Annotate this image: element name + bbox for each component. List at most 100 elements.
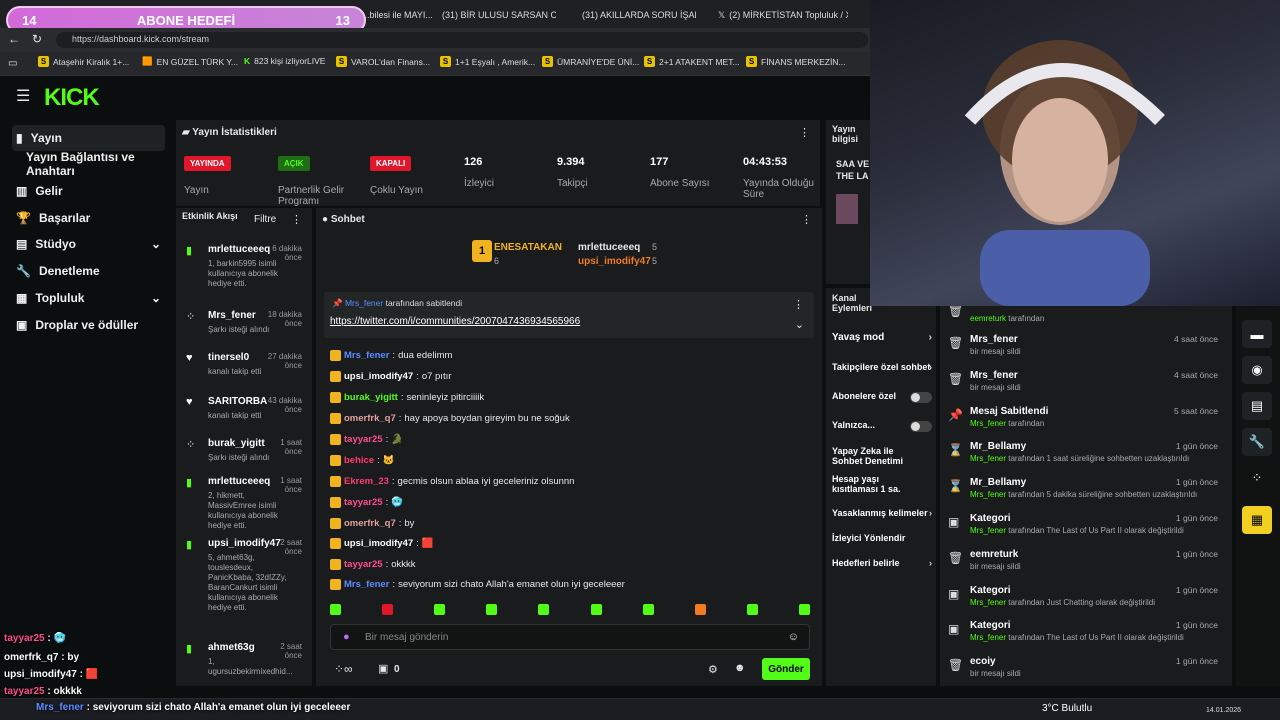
bookmark-menu-icon[interactable]: ▭ bbox=[8, 58, 17, 69]
bookmark-item[interactable]: S Ataşehir Kiralık 1+... bbox=[38, 56, 129, 67]
chat-username[interactable]: omerfrk_q7 bbox=[344, 413, 396, 424]
browser-tab[interactable]: 𝕏 (2) MİRKETİSTAN Topluluk / X bbox=[718, 4, 848, 26]
followers-only-option[interactable]: Takipçilere özel sohbet › bbox=[832, 362, 932, 372]
mod-log-title[interactable]: Mr_Bellamy bbox=[970, 477, 1026, 488]
chat-username[interactable]: tayyar25 bbox=[344, 434, 383, 445]
quick-emote-icon[interactable]: ☻ bbox=[734, 662, 746, 674]
stat-value: 126 bbox=[464, 156, 483, 168]
emote-icon[interactable] bbox=[330, 604, 341, 615]
mod-log-title[interactable]: Kategori bbox=[970, 620, 1011, 631]
emote-icon[interactable] bbox=[486, 604, 498, 615]
bookmark-item[interactable]: S 2+1 ATAKENT MET... bbox=[644, 56, 740, 67]
chat-username[interactable]: burak_yigitt bbox=[344, 392, 398, 403]
infinity-icon[interactable]: ⁘∞ bbox=[334, 662, 353, 676]
subscribers-only-option[interactable]: Abonelere özel bbox=[832, 391, 932, 403]
ai-moderation-option[interactable]: Yapay Zeka ile Sohbet Denetimi bbox=[832, 446, 912, 466]
chat-username[interactable]: upsi_imodify47 bbox=[344, 371, 413, 382]
emote-icon[interactable] bbox=[746, 604, 758, 615]
bookmark-item[interactable]: 🟧 EN GÜZEL TÜRK Y... bbox=[142, 56, 238, 67]
chat-text: hay apoya boydan gireyim bu ne soğuk bbox=[404, 413, 570, 424]
sidebar-item-achievements[interactable]: 🏆 Başarılar bbox=[12, 205, 165, 231]
account-age-option[interactable]: Hesap yaşı kısıtlaması 1 sa. bbox=[832, 474, 912, 494]
sidebar-item-income[interactable]: ▥ Gelir bbox=[12, 178, 165, 204]
chat-username[interactable]: Mrs_fener bbox=[344, 350, 389, 361]
sidebar-item-moderation[interactable]: 🔧 Denetleme bbox=[12, 258, 165, 284]
emote-only-option[interactable]: Yalnızca... bbox=[832, 420, 932, 432]
browser-tab[interactable]: ...bilesi ile MAYI... bbox=[362, 4, 432, 26]
sidebar-item-studio[interactable]: ▤ Stüdyo ⌄ bbox=[12, 231, 165, 257]
sidebar-item-community[interactable]: ▦ Topluluk ⌄ bbox=[12, 285, 165, 311]
chat-username[interactable]: omerfrk_q7 bbox=[344, 518, 396, 529]
mod-log-title[interactable]: Kategori bbox=[970, 513, 1011, 524]
settings-gear-icon[interactable]: ⚙ bbox=[708, 663, 718, 676]
goals-option[interactable]: Hedefleri belirle › bbox=[832, 558, 932, 568]
mod-log-title[interactable]: eemreturk bbox=[970, 549, 1018, 560]
chat-username[interactable]: behice bbox=[344, 455, 374, 466]
mod-log-title[interactable]: Mr_Bellamy bbox=[970, 441, 1026, 452]
bookmark-item[interactable]: K 823 kişi izliyorLIVE bbox=[244, 56, 325, 66]
chat-bubble-icon[interactable]: ▬ bbox=[1242, 320, 1272, 348]
activity-item: ▮ mrlettuceeeq 2, hikmett, MassivEmree isi… bbox=[184, 476, 310, 531]
emote-icon[interactable] bbox=[642, 604, 654, 615]
mod-log-title[interactable]: Mesaj Sabitlendi bbox=[970, 406, 1048, 417]
microphone-icon[interactable]: ● bbox=[343, 631, 350, 643]
emote-icon[interactable] bbox=[694, 604, 706, 615]
browser-tab[interactable]: (31) AKILLARDA SORU İŞARE... bbox=[578, 4, 696, 26]
browser-tab[interactable]: (31) BİR ULUSU SARSAN OLA... bbox=[438, 4, 556, 26]
overlay-user: Mrs_fener bbox=[36, 702, 84, 713]
more-options-icon[interactable]: ⋮ bbox=[291, 213, 302, 226]
bookmark-item[interactable]: S 1+1 Eşyalı , Amerik... bbox=[440, 56, 535, 67]
sidebar-item-drops[interactable]: ▣ Droplar ve ödüller bbox=[12, 312, 165, 338]
chat-username[interactable]: tayyar25 bbox=[344, 559, 383, 570]
more-options-icon[interactable]: ⋮ bbox=[801, 213, 812, 226]
mod-log-title[interactable]: ecoiy bbox=[970, 656, 996, 667]
filter-button[interactable]: Filtre bbox=[254, 214, 276, 225]
clapper-icon[interactable]: ▦ bbox=[1242, 506, 1272, 534]
chat-username[interactable]: upsi_imodify47 bbox=[344, 538, 413, 549]
mod-log-title[interactable]: Mrs_fener bbox=[970, 334, 1018, 345]
pinned-by-user[interactable]: Mrs_fener bbox=[345, 298, 383, 308]
category-thumbnail[interactable] bbox=[836, 194, 858, 224]
overlay-user: tayyar25 bbox=[4, 686, 45, 697]
slow-mode-option[interactable]: Yavaş mod › bbox=[832, 332, 932, 343]
mod-log-title[interactable]: Mrs_fener bbox=[970, 370, 1018, 381]
emoji-icon[interactable]: ☺ bbox=[788, 631, 799, 643]
back-icon[interactable]: ← bbox=[8, 32, 20, 46]
url-field[interactable]: https://dashboard.kick.com/stream bbox=[56, 32, 868, 48]
more-options-icon[interactable]: ⋮ bbox=[799, 126, 810, 139]
layout-icon[interactable]: ▤ bbox=[1242, 392, 1272, 420]
gift-box-icon[interactable]: ▣ bbox=[378, 662, 388, 675]
banned-words-option[interactable]: Yasaklanmış kelimeler › bbox=[832, 508, 932, 518]
community-icon[interactable]: ⁘ bbox=[1242, 464, 1272, 492]
emote-icon[interactable] bbox=[434, 604, 446, 615]
mod-log-desc: bir mesajı sildi bbox=[970, 382, 1021, 392]
chat-username[interactable]: Ekrem_23 bbox=[344, 476, 389, 487]
toggle-switch[interactable] bbox=[910, 421, 932, 432]
emote-icon[interactable] bbox=[538, 604, 550, 615]
wrench-icon[interactable]: 🔧 bbox=[1242, 428, 1272, 456]
mod-log-title[interactable]: Kategori bbox=[970, 585, 1011, 596]
hamburger-menu-icon[interactable]: ☰ bbox=[16, 86, 30, 106]
bookmark-item[interactable]: S ÜMRANİYE'DE ÜNİ... bbox=[542, 56, 639, 67]
kick-logo[interactable]: KICK bbox=[44, 84, 100, 112]
reload-icon[interactable]: ↻ bbox=[32, 32, 42, 46]
emote-icon[interactable] bbox=[590, 604, 602, 615]
raid-option[interactable]: İzleyici Yönlendir bbox=[832, 533, 932, 543]
bookmark-item[interactable]: S FİNANS MERKEZİN... bbox=[746, 56, 846, 67]
sidebar-item-label: Stüdyo bbox=[35, 237, 77, 251]
chat-username[interactable]: Mrs_fener bbox=[344, 579, 389, 590]
more-options-icon[interactable]: ⋮ bbox=[793, 298, 804, 311]
chat-input[interactable]: ● Bir mesaj gönderin ☺ bbox=[330, 624, 810, 650]
emote-icon[interactable] bbox=[798, 604, 810, 615]
bookmark-item[interactable]: S VAROL'dan Finans... bbox=[336, 56, 430, 67]
chevron-down-icon[interactable]: ⌄ bbox=[795, 318, 804, 331]
sidebar-item-stream[interactable]: ▮ Yayın bbox=[12, 125, 165, 151]
emote-icon[interactable] bbox=[382, 604, 394, 615]
send-button[interactable]: Gönder bbox=[762, 658, 810, 680]
broadcast-icon[interactable]: ◉ bbox=[1242, 356, 1272, 384]
goal-title: ABONE HEDEFİ bbox=[136, 12, 236, 28]
toggle-switch[interactable] bbox=[910, 392, 932, 403]
pinned-link[interactable]: https://twitter.com/i/communities/200704… bbox=[330, 316, 580, 327]
sidebar-item-stream-key[interactable]: Yayın Bağlantısı ve Anahtarı bbox=[12, 150, 165, 178]
chat-username[interactable]: tayyar25 bbox=[344, 497, 383, 508]
